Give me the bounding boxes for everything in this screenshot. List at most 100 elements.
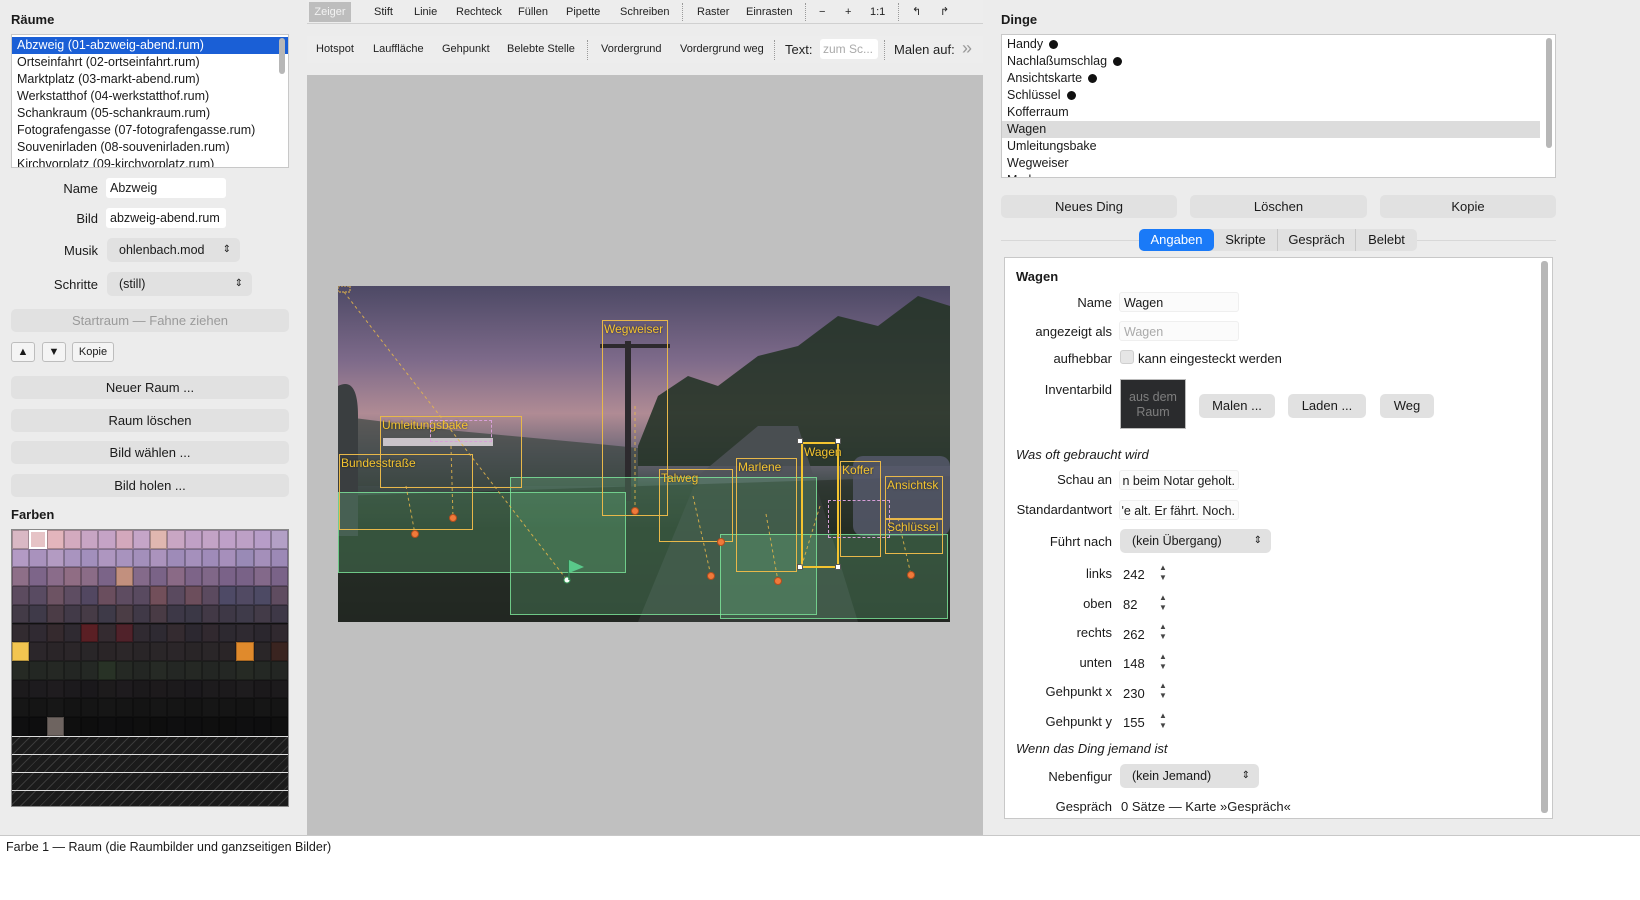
- color-swatch[interactable]: [12, 530, 30, 549]
- room-list-item[interactable]: Kirchvorplatz (09-kirchvorplatz.rum): [12, 156, 288, 167]
- zoom-reset-button[interactable]: 1:1: [870, 0, 885, 24]
- color-swatch[interactable]: [201, 586, 219, 605]
- color-swatch[interactable]: [115, 642, 133, 661]
- color-swatch[interactable]: [12, 717, 30, 736]
- resize-handle[interactable]: [797, 438, 803, 444]
- color-swatch[interactable]: [29, 567, 47, 587]
- hotspot-bundesstrasse[interactable]: Bundesstraße: [339, 454, 473, 530]
- room-list-item[interactable]: Werkstatthof (04-werkstatthof.rum): [12, 88, 288, 105]
- color-swatch[interactable]: [150, 604, 168, 624]
- color-swatch[interactable]: [115, 679, 133, 699]
- color-swatch[interactable]: [12, 698, 30, 717]
- walk-y-field[interactable]: 155: [1123, 715, 1145, 730]
- layer-foreground-remove[interactable]: Vordergrund weg: [680, 36, 764, 63]
- color-swatch[interactable]: [201, 660, 219, 680]
- color-swatch[interactable]: [150, 642, 168, 661]
- color-swatch[interactable]: [115, 698, 133, 717]
- redo-icon[interactable]: ↱: [940, 0, 949, 24]
- tab-dialogue[interactable]: Gespräch: [1277, 229, 1355, 251]
- left-field[interactable]: 242: [1123, 567, 1145, 582]
- color-swatch[interactable]: [167, 660, 185, 680]
- color-swatch[interactable]: [150, 679, 168, 699]
- bottom-stepper[interactable]: ▲ ▼: [1158, 652, 1168, 674]
- load-inventory-button[interactable]: Laden ...: [1288, 394, 1366, 418]
- remove-inventory-button[interactable]: Weg: [1380, 394, 1434, 418]
- color-swatch[interactable]: [98, 642, 116, 661]
- color-swatch[interactable]: [253, 660, 271, 680]
- color-swatch[interactable]: [253, 530, 271, 549]
- tool-line[interactable]: Linie: [414, 0, 437, 24]
- color-swatch[interactable]: [236, 586, 254, 605]
- grid-toggle[interactable]: Raster: [697, 0, 729, 24]
- color-swatch[interactable]: [184, 642, 202, 661]
- color-swatch[interactable]: [63, 623, 81, 643]
- color-swatch[interactable]: [12, 586, 30, 605]
- color-swatch[interactable]: [270, 717, 288, 736]
- color-swatch[interactable]: [201, 530, 219, 549]
- color-swatch[interactable]: [270, 530, 288, 549]
- npc-select[interactable]: (kein Jemand) ⇕: [1120, 764, 1259, 788]
- color-swatch[interactable]: [98, 679, 116, 699]
- color-swatch[interactable]: [184, 530, 202, 549]
- color-swatch[interactable]: [12, 604, 30, 624]
- walk-x-field[interactable]: 230: [1123, 686, 1145, 701]
- color-swatch[interactable]: [115, 660, 133, 680]
- right-field[interactable]: 262: [1123, 627, 1145, 642]
- color-swatch[interactable]: [29, 623, 47, 643]
- color-swatch[interactable]: [12, 548, 30, 568]
- shown-as-field[interactable]: Wagen: [1119, 321, 1239, 341]
- color-swatch[interactable]: [253, 567, 271, 587]
- color-swatch[interactable]: [12, 623, 30, 643]
- color-swatch[interactable]: [115, 623, 133, 643]
- steps-select[interactable]: (still) ⇕: [107, 272, 252, 296]
- color-swatch[interactable]: [46, 586, 64, 605]
- color-swatch[interactable]: [201, 679, 219, 699]
- color-swatch[interactable]: [201, 642, 219, 661]
- foreground-region[interactable]: [828, 500, 890, 538]
- color-swatch[interactable]: [12, 567, 30, 587]
- color-swatch[interactable]: [219, 567, 237, 587]
- room-list-item[interactable]: Schankraum (05-schankraum.rum): [12, 105, 288, 122]
- color-swatch[interactable]: [236, 567, 254, 587]
- color-swatch[interactable]: [63, 530, 81, 549]
- color-swatch[interactable]: [201, 604, 219, 624]
- color-swatch[interactable]: [167, 679, 185, 699]
- layer-foreground[interactable]: Vordergrund: [601, 36, 662, 63]
- color-swatch[interactable]: [29, 548, 47, 568]
- new-room-button[interactable]: Neuer Raum ...: [11, 376, 289, 399]
- foreground-region[interactable]: [430, 420, 492, 442]
- color-swatch[interactable]: [81, 530, 99, 549]
- color-swatch[interactable]: [81, 567, 99, 587]
- move-down-button[interactable]: ▼: [42, 342, 66, 362]
- hotspot-marlene[interactable]: Marlene: [736, 458, 797, 572]
- color-swatch[interactable]: [270, 604, 288, 624]
- takeable-checkbox[interactable]: [1120, 350, 1134, 364]
- color-swatch[interactable]: [167, 623, 185, 643]
- color-swatch[interactable]: [98, 717, 116, 736]
- color-swatch[interactable]: [81, 604, 99, 624]
- color-swatch[interactable]: [29, 530, 47, 549]
- color-swatch[interactable]: [46, 717, 64, 736]
- things-list[interactable]: Handy Nachlaßumschlag Ansichtskarte Schlüss…: [1001, 34, 1556, 178]
- color-swatch[interactable]: [167, 698, 185, 717]
- room-image-field[interactable]: abzweig-abend.rum: [106, 208, 226, 228]
- rooms-list[interactable]: Abzweig (01-abzweig-abend.rum) Ortseinfah…: [11, 34, 289, 168]
- color-swatch[interactable]: [253, 604, 271, 624]
- start-room-button[interactable]: Startraum — Fahne ziehen: [11, 309, 289, 332]
- color-swatch[interactable]: [29, 604, 47, 624]
- tool-fill[interactable]: Füllen: [518, 0, 548, 24]
- top-stepper[interactable]: ▲ ▼: [1158, 593, 1168, 615]
- color-swatch[interactable]: [132, 548, 150, 568]
- thing-list-item[interactable]: Schlüssel: [1002, 87, 1540, 104]
- color-swatch[interactable]: [253, 717, 271, 736]
- thing-list-item[interactable]: Wagen: [1002, 121, 1540, 138]
- tab-details[interactable]: Angaben: [1139, 229, 1214, 251]
- color-swatch[interactable]: [253, 679, 271, 699]
- walk-y-stepper[interactable]: ▲ ▼: [1158, 711, 1168, 733]
- choose-image-button[interactable]: Bild wählen ...: [11, 441, 289, 464]
- color-swatch[interactable]: [63, 698, 81, 717]
- undo-icon[interactable]: ↰: [912, 0, 921, 24]
- color-swatch[interactable]: [167, 642, 185, 661]
- resize-handle[interactable]: [797, 564, 803, 570]
- color-swatch[interactable]: [201, 567, 219, 587]
